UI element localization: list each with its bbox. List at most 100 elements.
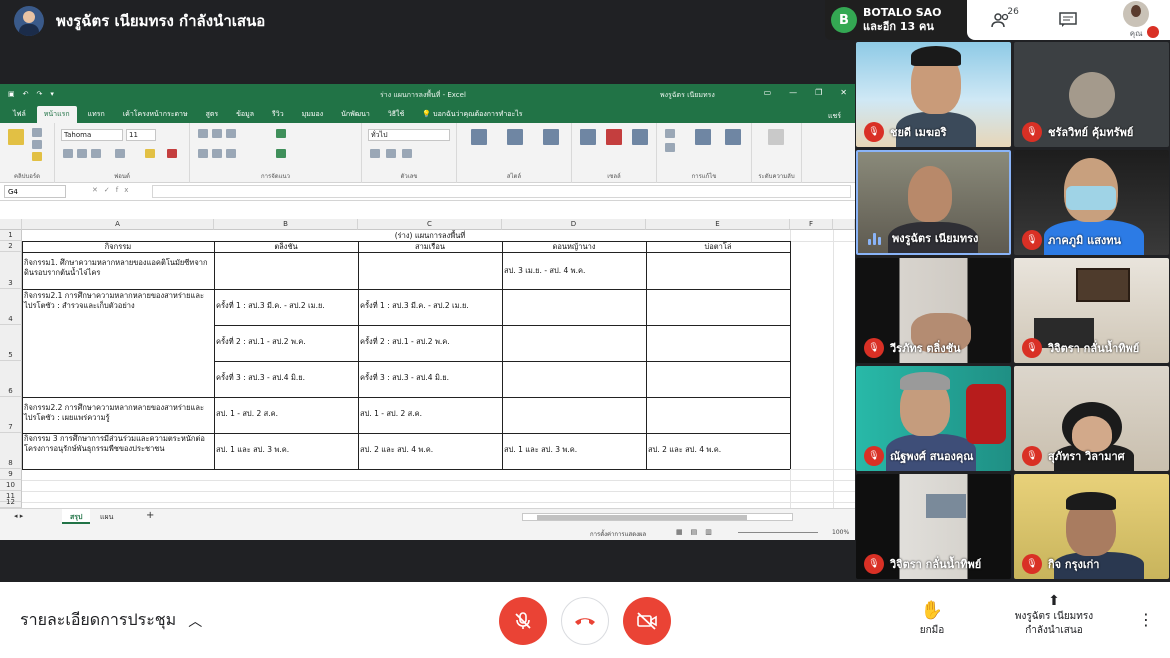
raise-hand-button[interactable]: ✋ ยกมือ	[912, 600, 952, 638]
fill-icon[interactable]	[665, 143, 675, 152]
participant-tile[interactable]: 🎙 สุภัทรา วิลามาศ	[1014, 366, 1169, 471]
ribbon-tab-help[interactable]: วิธีใช้	[381, 106, 411, 123]
ribbon-tab-review[interactable]: รีวิว	[265, 106, 291, 123]
format-painter-icon[interactable]	[32, 152, 42, 161]
row-header[interactable]: 3	[0, 252, 22, 289]
align-bottom-icon[interactable]	[226, 129, 236, 138]
percent-icon[interactable]	[386, 149, 396, 158]
sheet-tab-summary[interactable]: สรุป	[62, 509, 91, 524]
ribbon-tab-page-layout[interactable]: เค้าโครงหน้ากระดาษ	[116, 106, 195, 123]
name-box[interactable]: G4	[4, 185, 66, 198]
view-mode-icons[interactable]: ▦▤▥	[676, 528, 720, 536]
participant-tile-active-speaker[interactable]: พงรูฉัตร เนียมทรง	[856, 150, 1011, 255]
participant-tile[interactable]: 🎙 วิจิตรา กลั่นน้ำทิพย์	[1014, 258, 1169, 363]
horizontal-scrollbar[interactable]	[522, 513, 793, 521]
presenting-status-button[interactable]: ⬆ พงรูฉัตร เนียมทรง กำลังนำเสนอ	[1002, 594, 1106, 638]
save-icon[interactable]: ▣	[8, 90, 15, 98]
more-options-icon[interactable]: ⋮	[1138, 610, 1154, 629]
align-right-icon[interactable]	[226, 149, 236, 158]
format-cells-icon[interactable]	[632, 129, 648, 145]
other-participants-badge[interactable]: B BOTALO SAO และอีก 13 คน	[825, 0, 967, 40]
font-name-select[interactable]: Tahoma	[61, 129, 123, 141]
find-select-icon[interactable]	[725, 129, 741, 145]
sheet-nav-arrows[interactable]: ◂ ▸	[6, 509, 31, 524]
align-middle-icon[interactable]	[212, 129, 222, 138]
participant-tile[interactable]: 🎙 ชยดี เมฆอริ	[856, 42, 1011, 147]
autosum-icon[interactable]	[665, 129, 675, 138]
minimize-icon[interactable]: —	[789, 88, 797, 97]
align-top-icon[interactable]	[198, 129, 208, 138]
redo-icon[interactable]: ↷	[37, 90, 43, 98]
meeting-details-button[interactable]: รายละเอียดการประชุม ︿	[20, 608, 202, 633]
self-view[interactable]: คุณ	[1116, 0, 1160, 38]
formula-input[interactable]	[152, 185, 851, 198]
leave-call-button[interactable]	[561, 597, 609, 645]
column-header[interactable]: F	[790, 219, 833, 230]
border-icon[interactable]	[115, 149, 125, 158]
merge-center-icon[interactable]	[276, 149, 286, 158]
share-button[interactable]: แชร์	[828, 111, 841, 122]
wrap-text-icon[interactable]	[276, 129, 286, 138]
row-header[interactable]: 8	[0, 433, 22, 469]
zoom-slider[interactable]	[738, 532, 818, 533]
select-all-corner[interactable]	[0, 219, 22, 230]
participant-tile[interactable]: 🎙 ชรัลวิทย์ คุ้มทรัพย์	[1014, 42, 1169, 147]
fill-color-icon[interactable]	[145, 149, 155, 158]
add-sheet-button[interactable]: +	[138, 509, 162, 524]
ribbon-tab-home[interactable]: หน้าแรก	[36, 106, 77, 123]
cell-styles-icon[interactable]	[543, 129, 559, 145]
cut-icon[interactable]	[32, 128, 42, 137]
column-header[interactable]: D	[502, 219, 646, 230]
ribbon-tab-data[interactable]: ข้อมูล	[229, 106, 261, 123]
close-icon[interactable]: ✕	[840, 88, 847, 97]
participant-tile[interactable]: 🎙 วีรภัทร ตลิ่งชัน	[856, 258, 1011, 363]
participant-tile[interactable]: 🎙 ณัฐพงศ์ สนองคุณ	[856, 366, 1011, 471]
chat-button[interactable]	[1048, 5, 1088, 35]
customize-icon[interactable]: ▾	[50, 90, 54, 98]
column-header[interactable]: A	[22, 219, 214, 230]
ribbon-tab-view[interactable]: มุมมอง	[295, 106, 330, 123]
row-header[interactable]: 6	[0, 361, 22, 397]
align-left-icon[interactable]	[198, 149, 208, 158]
tell-me-box[interactable]: 💡 บอกฉันว่าคุณต้องการทำอะไร	[415, 106, 529, 123]
row-header[interactable]: 1	[0, 230, 22, 241]
participant-tile[interactable]: 🎙 กิจ กรุงเก่า	[1014, 474, 1169, 579]
display-settings[interactable]: การตั้งค่าการแสดงผล	[590, 529, 646, 539]
participant-tile[interactable]: 🎙 ภาคภูมิ แสงทน	[1014, 150, 1169, 255]
italic-icon[interactable]	[77, 149, 87, 158]
ribbon-tab-developer[interactable]: นักพัฒนา	[334, 106, 377, 123]
insert-cells-icon[interactable]	[580, 129, 596, 145]
ribbon-tab-insert[interactable]: แทรก	[81, 106, 112, 123]
camera-toggle-button[interactable]	[623, 597, 671, 645]
font-size-select[interactable]: 11	[126, 129, 156, 141]
ribbon-display-icon[interactable]: ▭	[764, 88, 772, 97]
comma-icon[interactable]	[402, 149, 412, 158]
row-header[interactable]: 7	[0, 397, 22, 433]
font-color-icon[interactable]	[167, 149, 177, 158]
underline-icon[interactable]	[91, 149, 101, 158]
paste-icon[interactable]	[8, 129, 24, 145]
scroll-thumb[interactable]	[537, 515, 747, 520]
restore-icon[interactable]: ❐	[815, 88, 822, 97]
row-header[interactable]: 2	[0, 241, 22, 252]
spreadsheet-grid[interactable]: A B C D E F 1 2 3 4 5 6 7 8 9 10 11 12 (…	[0, 219, 855, 508]
undo-icon[interactable]: ↶	[23, 90, 29, 98]
ribbon-tab-file[interactable]: ไฟล์	[6, 106, 33, 123]
row-header[interactable]: 9	[0, 469, 22, 480]
column-header[interactable]: E	[646, 219, 790, 230]
sort-filter-icon[interactable]	[695, 129, 711, 145]
row-header[interactable]: 4	[0, 289, 22, 325]
align-center-icon[interactable]	[212, 149, 222, 158]
copy-icon[interactable]	[32, 140, 42, 149]
mic-toggle-button[interactable]	[499, 597, 547, 645]
column-header[interactable]: B	[214, 219, 358, 230]
bold-icon[interactable]	[63, 149, 73, 158]
ribbon-tab-formulas[interactable]: สูตร	[199, 106, 226, 123]
row-header[interactable]: 10	[0, 480, 22, 491]
delete-cells-icon[interactable]	[606, 129, 622, 145]
participant-tile[interactable]: 🎙 วิจิตรา กลั่นน้ำทิพย์	[856, 474, 1011, 579]
row-header[interactable]: 5	[0, 325, 22, 361]
number-format-select[interactable]: ทั่วไป	[368, 129, 450, 141]
currency-icon[interactable]	[370, 149, 380, 158]
format-table-icon[interactable]	[507, 129, 523, 145]
